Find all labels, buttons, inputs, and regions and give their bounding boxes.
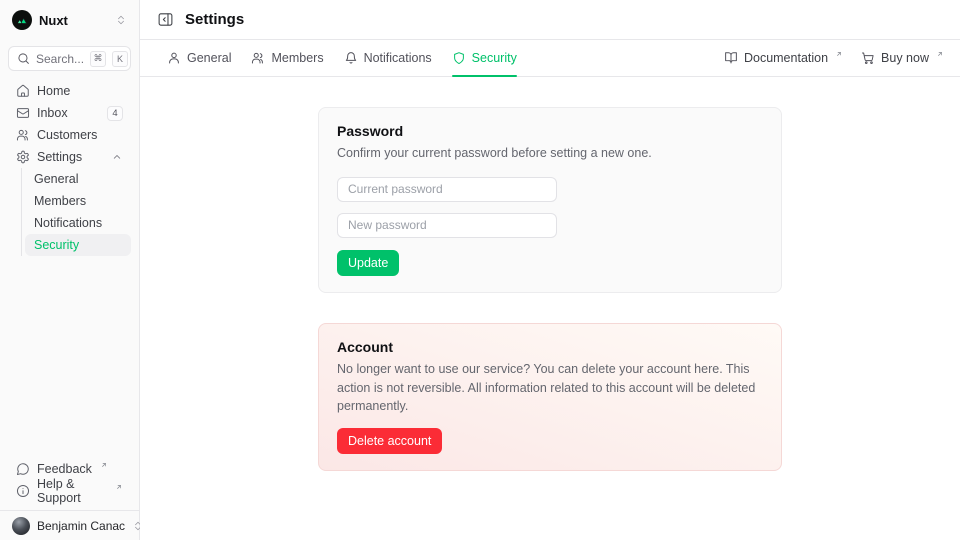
inbox-icon — [16, 106, 30, 120]
gear-icon — [16, 150, 30, 164]
footer-link-label: Feedback — [37, 462, 92, 476]
action-link-label: Buy now — [881, 51, 929, 65]
search-icon — [17, 52, 30, 65]
tab-members[interactable]: Members — [251, 40, 323, 76]
settings-security-content: Password Confirm your current password b… — [140, 77, 960, 540]
search-input[interactable]: Search... ⌘ K — [8, 46, 131, 71]
shopping-cart-icon — [861, 51, 875, 65]
sidebar-footer: Feedback Help & Support — [0, 458, 139, 510]
sidebar-subitem-members[interactable]: Members — [25, 190, 131, 212]
account-card: Account No longer want to use our servic… — [318, 323, 782, 471]
user-menu[interactable]: Benjamin Canac — [0, 510, 139, 540]
shield-icon — [452, 51, 466, 65]
workspace-switcher[interactable]: Nuxt — [0, 0, 139, 40]
account-card-title: Account — [337, 339, 763, 355]
sidebar-subitem-general[interactable]: General — [25, 168, 131, 190]
new-password-input[interactable] — [337, 213, 557, 238]
footer-link-label: Help & Support — [37, 477, 107, 505]
page-title: Settings — [185, 11, 244, 28]
update-button[interactable]: Update — [337, 250, 399, 276]
tab-notifications[interactable]: Notifications — [344, 40, 432, 76]
sidebar-subitem-label: Security — [34, 238, 79, 252]
tab-security[interactable]: Security — [452, 40, 517, 76]
chevrons-up-down-icon — [115, 14, 127, 26]
kbd-k: K — [112, 51, 128, 67]
nuxt-logo-icon — [12, 10, 32, 30]
help-support-link[interactable]: Help & Support — [8, 480, 131, 502]
buy-now-link[interactable]: Buy now — [861, 51, 944, 65]
user-name: Benjamin Canac — [37, 519, 125, 533]
page-header: Settings — [140, 0, 960, 40]
book-open-icon — [724, 51, 738, 65]
sidebar-item-customers[interactable]: Customers — [8, 124, 131, 146]
sidebar-spacer — [0, 256, 139, 458]
tab-label: General — [187, 51, 231, 65]
avatar — [12, 517, 30, 535]
kbd-command: ⌘ — [90, 51, 106, 67]
tab-label: Security — [472, 51, 517, 65]
panel-collapse-icon — [157, 11, 174, 28]
inbox-count-badge: 4 — [107, 106, 123, 121]
external-link-icon — [115, 483, 123, 491]
workspace-name: Nuxt — [39, 13, 108, 28]
external-link-icon — [936, 50, 944, 58]
sidebar-item-label: Settings — [37, 150, 82, 164]
users-icon — [16, 128, 30, 142]
tab-general[interactable]: General — [167, 40, 231, 76]
tab-actions: Documentation Buy now — [724, 40, 944, 76]
sidebar-subitem-security[interactable]: Security — [25, 234, 131, 256]
tabs-group: General Members Notifications — [167, 40, 517, 76]
bell-icon — [344, 51, 358, 65]
chevron-up-icon — [111, 151, 123, 163]
sidebar-collapse-button[interactable] — [156, 10, 175, 29]
user-icon — [167, 51, 181, 65]
sidebar-item-home[interactable]: Home — [8, 80, 131, 102]
sidebar-item-inbox[interactable]: Inbox 4 — [8, 102, 131, 124]
chat-bubble-icon — [16, 462, 30, 476]
app-window: Nuxt Search... ⌘ K Home — [0, 0, 960, 540]
tab-label: Notifications — [364, 51, 432, 65]
password-card-description: Confirm your current password before set… — [337, 144, 763, 163]
sidebar-subitem-label: Notifications — [34, 216, 102, 230]
sidebar: Nuxt Search... ⌘ K Home — [0, 0, 140, 540]
sidebar-item-label: Inbox — [37, 106, 68, 120]
action-link-label: Documentation — [744, 51, 828, 65]
external-link-icon — [100, 461, 108, 469]
users-icon — [251, 51, 265, 65]
sidebar-subitem-notifications[interactable]: Notifications — [25, 212, 131, 234]
settings-subnav: General Members Notifications Security — [21, 168, 131, 256]
sidebar-item-label: Customers — [37, 128, 97, 142]
sidebar-item-label: Home — [37, 84, 70, 98]
password-card-title: Password — [337, 123, 763, 139]
external-link-icon — [835, 50, 843, 58]
account-card-description: No longer want to use our service? You c… — [337, 360, 763, 416]
sidebar-subitem-label: Members — [34, 194, 86, 208]
sidebar-item-settings[interactable]: Settings — [8, 146, 131, 168]
tab-bar: General Members Notifications — [140, 40, 960, 77]
sidebar-subitem-label: General — [34, 172, 78, 186]
main-panel: Settings General Members — [140, 0, 960, 540]
delete-account-button[interactable]: Delete account — [337, 428, 442, 454]
tab-label: Members — [271, 51, 323, 65]
documentation-link[interactable]: Documentation — [724, 51, 843, 65]
home-icon — [16, 84, 30, 98]
password-card: Password Confirm your current password b… — [318, 107, 782, 293]
search-placeholder: Search... — [36, 52, 84, 66]
info-circle-icon — [16, 484, 30, 498]
current-password-input[interactable] — [337, 177, 557, 202]
sidebar-nav: Home Inbox 4 Customers Settings — [0, 80, 139, 256]
